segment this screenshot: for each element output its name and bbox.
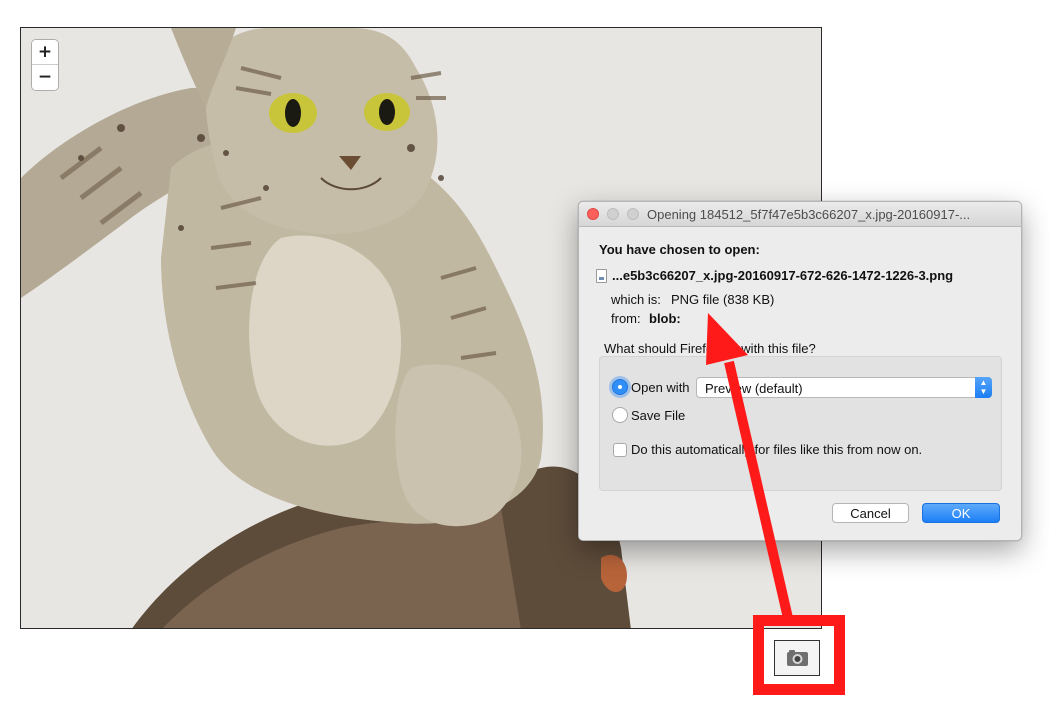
minimize-window-button[interactable] — [607, 208, 619, 220]
zoom-out-button[interactable]: − — [32, 65, 58, 90]
dialog-title: Opening 184512_5f7f47e5b3c66207_x.jpg-20… — [647, 207, 971, 222]
action-options: Open with Preview (default) ▲ ▼ Save File… — [599, 356, 1002, 491]
zoom-in-icon: + — [37, 42, 53, 62]
file-name: ...e5b3c66207_x.jpg-20160917-672-626-147… — [612, 268, 954, 283]
ok-button[interactable]: OK — [922, 503, 1000, 523]
open-with-label[interactable]: Open with — [631, 380, 690, 395]
save-file-radio[interactable] — [612, 407, 628, 423]
auto-action-checkbox[interactable] — [613, 443, 627, 457]
file-source-value: blob: — [649, 311, 681, 326]
zoom-controls: + − — [32, 40, 58, 90]
camera-icon — [787, 650, 808, 666]
cancel-button[interactable]: Cancel — [832, 503, 909, 523]
dialog-heading: You have chosen to open: — [599, 242, 760, 257]
zoom-out-icon: − — [37, 67, 53, 87]
close-window-button[interactable] — [587, 208, 599, 220]
action-question: What should Firefox do with this file? — [604, 341, 816, 356]
zoom-in-button[interactable]: + — [32, 40, 58, 65]
save-file-label[interactable]: Save File — [631, 408, 685, 423]
open-file-dialog: Opening 184512_5f7f47e5b3c66207_x.jpg-20… — [578, 201, 1022, 541]
open-with-app-value: Preview (default) — [705, 381, 803, 396]
file-icon — [596, 269, 607, 283]
chevron-updown-icon: ▲ ▼ — [975, 377, 992, 398]
file-source-label: from: — [611, 311, 641, 326]
dialog-titlebar[interactable]: Opening 184512_5f7f47e5b3c66207_x.jpg-20… — [579, 202, 1021, 227]
file-type-value: PNG file (838 KB) — [671, 292, 775, 307]
open-with-radio[interactable] — [612, 379, 628, 395]
file-type-label: which is: — [611, 292, 661, 307]
auto-action-label[interactable]: Do this automatically for files like thi… — [631, 442, 922, 457]
screenshot-button[interactable] — [774, 640, 820, 676]
open-with-app-select[interactable]: Preview (default) ▲ ▼ — [696, 377, 992, 398]
zoom-window-button[interactable] — [627, 208, 639, 220]
